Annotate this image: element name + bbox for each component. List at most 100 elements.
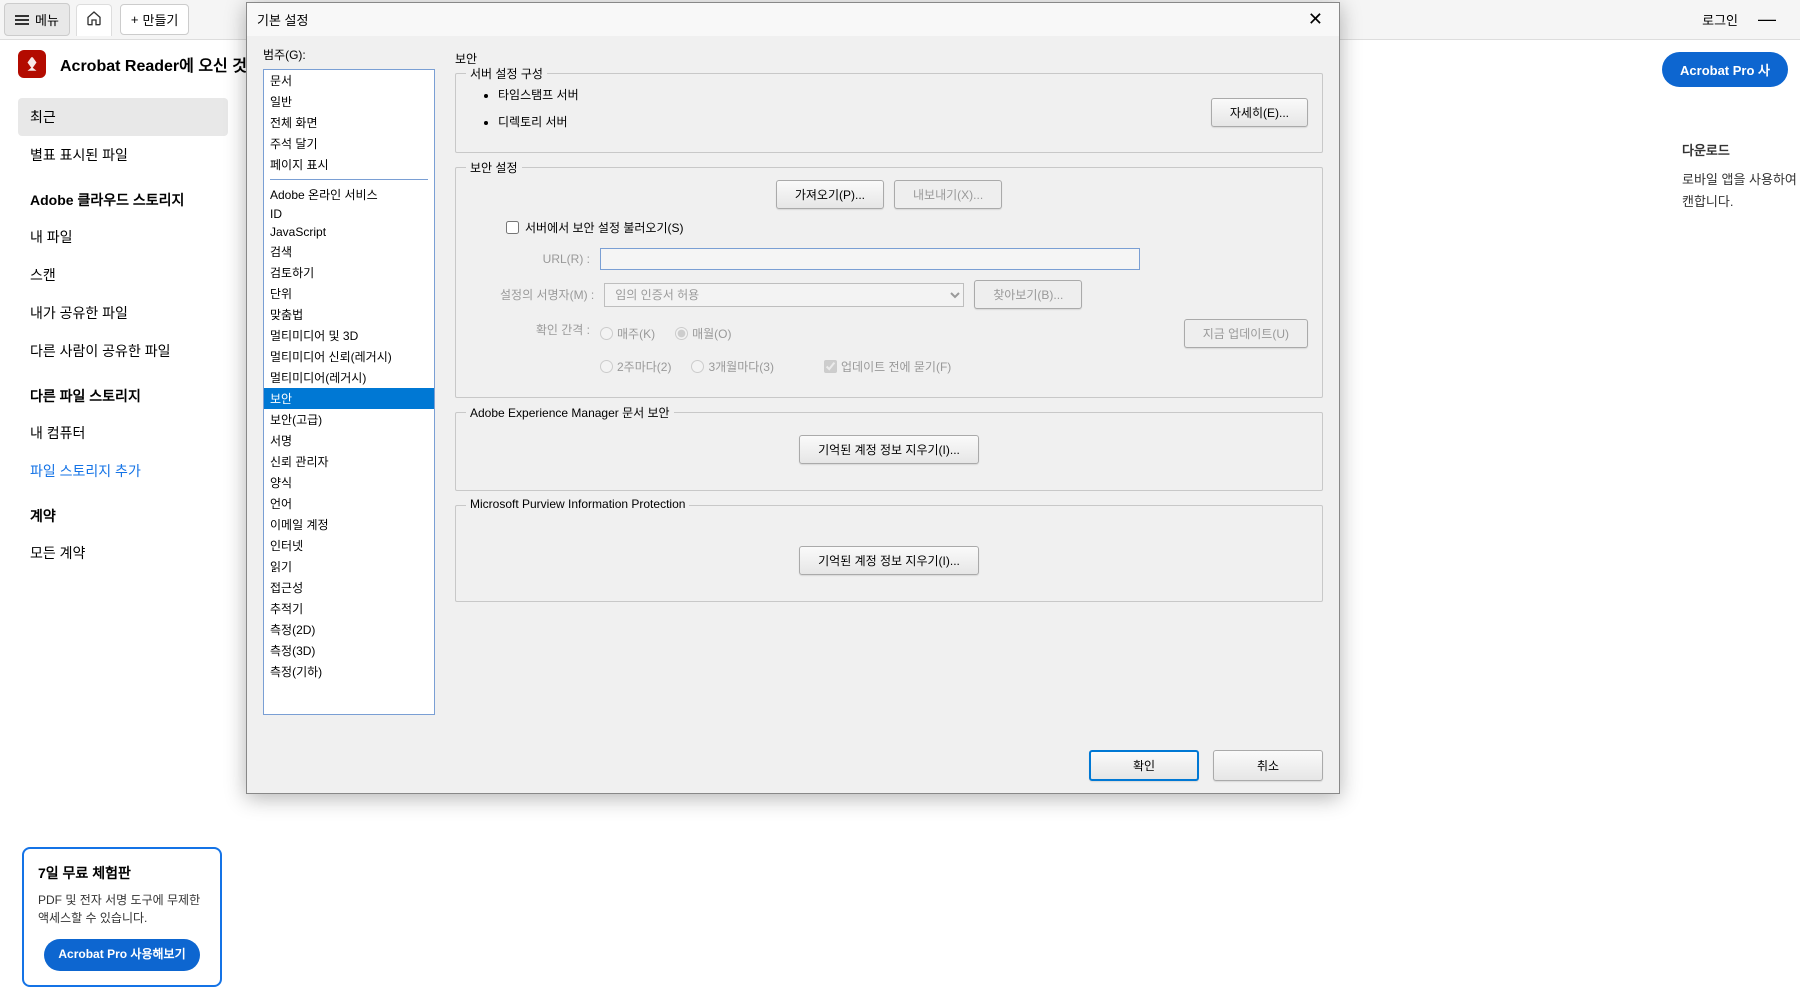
right-panel-line1: 로바일 앱을 사용하여 bbox=[1682, 169, 1800, 191]
close-icon[interactable]: ✕ bbox=[1302, 9, 1329, 30]
mpip-clear-button[interactable]: 기억된 계정 정보 지우기(I)... bbox=[799, 546, 979, 575]
category-label: 범주(G): bbox=[263, 46, 435, 63]
signer-select[interactable]: 임의 인증서 허용 bbox=[604, 283, 964, 307]
fieldset-mpip: Microsoft Purview Information Protection… bbox=[455, 505, 1323, 602]
load-from-server-label: 서버에서 보안 설정 불러오기(S) bbox=[525, 219, 683, 236]
interval-label: 확인 간격 : bbox=[500, 319, 590, 338]
category-item[interactable]: 맞춤법 bbox=[264, 304, 434, 325]
category-item[interactable]: 주석 달기 bbox=[264, 133, 434, 154]
login-text[interactable]: 로그인 bbox=[1702, 10, 1738, 29]
category-item[interactable]: 문서 bbox=[264, 70, 434, 91]
legend-aem: Adobe Experience Manager 문서 보안 bbox=[466, 404, 674, 421]
category-divider bbox=[270, 179, 428, 180]
legend-server-config: 서버 설정 구성 bbox=[466, 65, 547, 82]
radio-monthly[interactable]: 매월(O) bbox=[675, 325, 731, 342]
dialog-title: 기본 설정 bbox=[257, 10, 308, 29]
category-item[interactable]: 추적기 bbox=[264, 598, 434, 619]
category-item[interactable]: Adobe 온라인 서비스 bbox=[264, 184, 434, 205]
load-from-server-checkbox[interactable] bbox=[506, 221, 519, 234]
category-item[interactable]: 페이지 표시 bbox=[264, 154, 434, 175]
url-label: URL(R) : bbox=[500, 252, 590, 266]
create-button[interactable]: + 만들기 bbox=[120, 4, 189, 35]
category-list[interactable]: 문서일반전체 화면주석 달기페이지 표시 Adobe 온라인 서비스IDJavaS… bbox=[263, 69, 435, 715]
plus-icon: + bbox=[131, 12, 139, 27]
signer-label: 설정의 서명자(M) : bbox=[500, 286, 594, 303]
category-item[interactable]: 전체 화면 bbox=[264, 112, 434, 133]
right-panel-line2: 캔합니다. bbox=[1682, 191, 1800, 213]
export-button[interactable]: 내보내기(X)... bbox=[894, 180, 1002, 209]
category-item[interactable]: 단위 bbox=[264, 283, 434, 304]
trial-title: 7일 무료 체험판 bbox=[38, 863, 206, 883]
aem-clear-button[interactable]: 기억된 계정 정보 지우기(I)... bbox=[799, 435, 979, 464]
home-icon bbox=[86, 10, 102, 31]
category-item[interactable]: 일반 bbox=[264, 91, 434, 112]
category-item[interactable]: 보안(고급) bbox=[264, 409, 434, 430]
checkbox-ask-before[interactable]: 업데이트 전에 묻기(F) bbox=[824, 358, 951, 375]
details-button[interactable]: 자세히(E)... bbox=[1211, 98, 1308, 127]
category-item[interactable]: ID bbox=[264, 205, 434, 223]
category-item[interactable]: 읽기 bbox=[264, 556, 434, 577]
sidebar-item-mycomputer[interactable]: 내 컴퓨터 bbox=[18, 414, 228, 452]
category-item[interactable]: 측정(3D) bbox=[264, 640, 434, 661]
category-item[interactable]: 멀티미디어 및 3D bbox=[264, 325, 434, 346]
category-item[interactable]: 멀티미디어(레거시) bbox=[264, 367, 434, 388]
trial-card: 7일 무료 체험판 PDF 및 전자 서명 도구에 무제한 액세스할 수 있습니… bbox=[22, 847, 222, 987]
category-item[interactable]: 신뢰 관리자 bbox=[264, 451, 434, 472]
preferences-dialog: 기본 설정 ✕ 범주(G): 문서일반전체 화면주석 달기페이지 표시 Adobe… bbox=[246, 2, 1340, 794]
trial-button[interactable]: Acrobat Pro 사용해보기 bbox=[44, 939, 199, 971]
dialog-titlebar: 기본 설정 ✕ bbox=[247, 3, 1339, 36]
sidebar-heading-cloud: Adobe 클라우드 스토리지 bbox=[18, 174, 228, 218]
fieldset-server-config: 서버 설정 구성 타임스탬프 서버 디렉토리 서버 자세히(E)... bbox=[455, 73, 1323, 153]
acrobat-pro-button[interactable]: Acrobat Pro 사 bbox=[1662, 52, 1788, 87]
category-item[interactable]: 인터넷 bbox=[264, 535, 434, 556]
create-label: 만들기 bbox=[143, 10, 179, 29]
right-panel-heading: 다운로드 bbox=[1682, 140, 1800, 159]
sidebar: 최근 별표 표시된 파일 Adobe 클라우드 스토리지 내 파일 스캔 내가 … bbox=[18, 98, 228, 572]
category-item[interactable]: 멀티미디어 신뢰(레거시) bbox=[264, 346, 434, 367]
radio-quarterly[interactable]: 3개월마다(3) bbox=[691, 358, 774, 375]
category-item[interactable]: 이메일 계정 bbox=[264, 514, 434, 535]
sidebar-item-add-storage[interactable]: 파일 스토리지 추가 bbox=[18, 452, 228, 490]
category-item[interactable]: 보안 bbox=[264, 388, 434, 409]
radio-weekly[interactable]: 매주(K) bbox=[600, 325, 655, 342]
sidebar-heading-contract: 계약 bbox=[18, 490, 228, 534]
category-item[interactable]: 양식 bbox=[264, 472, 434, 493]
category-item[interactable]: 검토하기 bbox=[264, 262, 434, 283]
legend-security-settings: 보안 설정 bbox=[466, 159, 522, 176]
category-item[interactable]: 접근성 bbox=[264, 577, 434, 598]
import-button[interactable]: 가져오기(P)... bbox=[776, 180, 884, 209]
browse-button[interactable]: 찾아보기(B)... bbox=[974, 280, 1082, 309]
menu-label: 메뉴 bbox=[35, 10, 59, 29]
fieldset-aem: Adobe Experience Manager 문서 보안 기억된 계정 정보… bbox=[455, 412, 1323, 491]
right-section-title: 보안 bbox=[455, 50, 1323, 67]
category-item[interactable]: 언어 bbox=[264, 493, 434, 514]
cancel-button[interactable]: 취소 bbox=[1213, 750, 1323, 781]
fieldset-security-settings: 보안 설정 가져오기(P)... 내보내기(X)... 서버에서 보안 설정 불… bbox=[455, 167, 1323, 398]
server-timestamp-item: 타임스탬프 서버 bbox=[498, 86, 1308, 103]
hamburger-icon bbox=[15, 15, 29, 25]
sidebar-item-all-contracts[interactable]: 모든 계약 bbox=[18, 534, 228, 572]
ok-button[interactable]: 확인 bbox=[1089, 750, 1199, 781]
category-item[interactable]: 검색 bbox=[264, 241, 434, 262]
category-item[interactable]: JavaScript bbox=[264, 223, 434, 241]
sidebar-item-starred[interactable]: 별표 표시된 파일 bbox=[18, 136, 228, 174]
minimize-icon[interactable]: — bbox=[1750, 9, 1784, 30]
sidebar-item-myfiles[interactable]: 내 파일 bbox=[18, 218, 228, 256]
category-item[interactable]: 측정(기하) bbox=[264, 661, 434, 682]
category-item[interactable]: 측정(2D) bbox=[264, 619, 434, 640]
url-input[interactable] bbox=[600, 248, 1140, 270]
legend-mpip: Microsoft Purview Information Protection bbox=[466, 497, 689, 511]
trial-desc: PDF 및 전자 서명 도구에 무제한 액세스할 수 있습니다. bbox=[38, 891, 206, 927]
sidebar-item-recent[interactable]: 최근 bbox=[18, 98, 228, 136]
home-tab[interactable] bbox=[76, 4, 112, 36]
welcome-text: Acrobat Reader에 오신 것을 bbox=[60, 52, 262, 76]
radio-biweekly[interactable]: 2주마다(2) bbox=[600, 358, 671, 375]
update-now-button[interactable]: 지금 업데이트(U) bbox=[1184, 319, 1308, 348]
category-item[interactable]: 서명 bbox=[264, 430, 434, 451]
menu-button[interactable]: 메뉴 bbox=[4, 3, 70, 36]
sidebar-item-shared-by-me[interactable]: 내가 공유한 파일 bbox=[18, 294, 228, 332]
acrobat-logo-icon bbox=[18, 50, 46, 78]
sidebar-item-scan[interactable]: 스캔 bbox=[18, 256, 228, 294]
sidebar-item-shared-by-others[interactable]: 다른 사람이 공유한 파일 bbox=[18, 332, 228, 370]
right-panel: 다운로드 로바일 앱을 사용하여 캔합니다. bbox=[1682, 140, 1800, 213]
